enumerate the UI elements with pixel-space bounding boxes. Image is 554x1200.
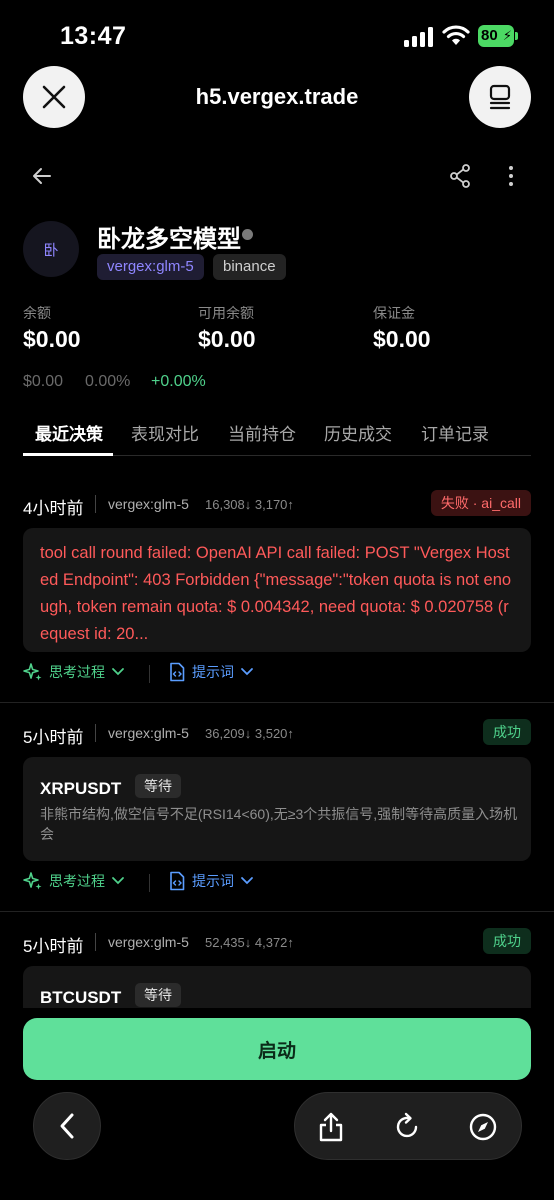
available-balance-value: $0.00 (198, 326, 256, 352)
more-options-icon[interactable] (500, 163, 522, 189)
exchange-tag: binance (213, 254, 286, 280)
token-usage: 16,308↓ 3,170↑ (205, 497, 294, 512)
error-box: tool call round failed: OpenAI API call … (23, 528, 531, 652)
status-badge: 成功 (483, 928, 531, 954)
reload-icon (396, 1112, 418, 1138)
think-process-label: 思考过程 (49, 873, 105, 889)
divider (0, 702, 554, 703)
separator (95, 495, 96, 513)
avatar: 卧 (23, 221, 79, 277)
separator (95, 724, 96, 742)
back-arrow-icon[interactable] (30, 164, 54, 188)
share-icon[interactable] (448, 163, 472, 189)
chevron-down-icon (241, 877, 253, 885)
share-button[interactable] (315, 1111, 347, 1143)
decision-model: vergex:glm-5 (108, 725, 189, 741)
tab-order-records[interactable]: 订单记录 (421, 420, 489, 445)
browser-header: h5.vergex.trade (0, 66, 554, 130)
chevron-down-icon (112, 668, 124, 676)
cellular-signal-icon (404, 27, 433, 47)
status-dot (242, 229, 253, 240)
decision-box: BTCUSDT 等待 (23, 966, 531, 1008)
pnl-amount: $0.00 (23, 373, 64, 390)
reload-button[interactable] (391, 1111, 423, 1143)
clock: 13:47 (60, 22, 127, 50)
code-file-icon (170, 871, 185, 891)
margin-value: $0.00 (373, 326, 431, 352)
status-bar: 13:47 80 ⚡ (0, 0, 554, 70)
prompt-toggle[interactable]: 提示词 (168, 662, 254, 682)
decision-time: 4小时前 (23, 499, 84, 518)
token-usage: 52,435↓ 4,372↑ (205, 935, 294, 950)
divider (0, 911, 554, 912)
balance-value: $0.00 (23, 326, 81, 352)
token-usage: 36,209↓ 3,520↑ (205, 726, 294, 741)
status-badge: 成功 (483, 719, 531, 745)
tabs-icon (489, 84, 511, 110)
charging-icon: ⚡ (502, 28, 512, 43)
chevron-down-icon (112, 877, 124, 885)
decision-actions: 思考过程 提示词 (23, 662, 533, 686)
model-name: 卧龙多空模型 (97, 226, 241, 253)
decision-card: 4小时前 vergex:glm-5 16,308↓ 3,170↑ 失败 · ai… (0, 490, 554, 700)
model-tag: vergex:glm-5 (97, 254, 204, 280)
action-badge: 等待 (135, 774, 181, 798)
decision-time: 5小时前 (23, 728, 84, 747)
prompt-toggle[interactable]: 提示词 (168, 871, 254, 891)
tab-performance[interactable]: 表现对比 (131, 420, 199, 445)
tab-bar: 最近决策 表现对比 当前持仓 历史成交 订单记录 (23, 410, 531, 456)
think-process-toggle[interactable]: 思考过程 (23, 871, 125, 891)
action-badge: 等待 (135, 983, 181, 1007)
separator (95, 933, 96, 951)
sparkle-icon (23, 872, 42, 890)
decision-reason: 非熊市结构,做空信号不足(RSI14<60),无≥3个共振信号,强制等待高质量入… (40, 806, 518, 842)
decision-box: XRPUSDT 等待 非熊市结构,做空信号不足(RSI14<60),无≥3个共振… (23, 757, 531, 861)
page-nav (0, 160, 554, 192)
prompt-label: 提示词 (192, 873, 234, 889)
decision-card: 5小时前 vergex:glm-5 36,209↓ 3,520↑ 成功 XRPU… (0, 719, 554, 909)
decision-model: vergex:glm-5 (108, 496, 189, 512)
prompt-label: 提示词 (192, 664, 234, 680)
browser-actions (294, 1092, 522, 1160)
decision-model: vergex:glm-5 (108, 934, 189, 950)
sparkle-icon (23, 663, 42, 681)
start-button[interactable]: 启动 (23, 1018, 531, 1080)
separator (149, 665, 150, 683)
symbol: XRPUSDT (40, 779, 122, 798)
think-process-label: 思考过程 (49, 664, 105, 680)
pnl-percent: 0.00% (85, 373, 131, 390)
change-percent: +0.00% (151, 373, 206, 390)
decision-time: 5小时前 (23, 937, 84, 956)
error-message: tool call round failed: OpenAI API call … (40, 544, 512, 643)
battery-level: 80 (481, 27, 498, 44)
code-file-icon (170, 662, 185, 682)
compass-icon (469, 1113, 497, 1141)
decision-actions: 思考过程 提示词 (23, 871, 533, 895)
tabs-button[interactable] (469, 66, 531, 128)
share-upload-icon (319, 1112, 343, 1142)
wifi-icon (442, 25, 470, 45)
decision-card: 5小时前 vergex:glm-5 52,435↓ 4,372↑ 成功 BTCU… (0, 928, 554, 1008)
separator (149, 874, 150, 892)
balance-label: 余额 (23, 305, 51, 321)
chevron-down-icon (241, 668, 253, 676)
tab-trade-history[interactable]: 历史成交 (324, 420, 392, 445)
active-tab-indicator (23, 453, 113, 456)
browser-back-button[interactable] (33, 1092, 101, 1160)
status-badge: 失败 · ai_call (430, 490, 531, 516)
browser-toolbar (0, 1092, 554, 1162)
battery-indicator: 80 ⚡ (478, 25, 514, 47)
battery-cap (515, 32, 518, 40)
chevron-left-icon (60, 1113, 74, 1139)
margin-label: 保证金 (373, 305, 415, 321)
tab-positions[interactable]: 当前持仓 (228, 420, 296, 445)
think-process-toggle[interactable]: 思考过程 (23, 662, 125, 682)
tab-recent-decisions[interactable]: 最近决策 (35, 420, 103, 445)
compass-button[interactable] (467, 1111, 499, 1143)
available-balance-label: 可用余额 (198, 305, 254, 321)
symbol: BTCUSDT (40, 988, 122, 1007)
